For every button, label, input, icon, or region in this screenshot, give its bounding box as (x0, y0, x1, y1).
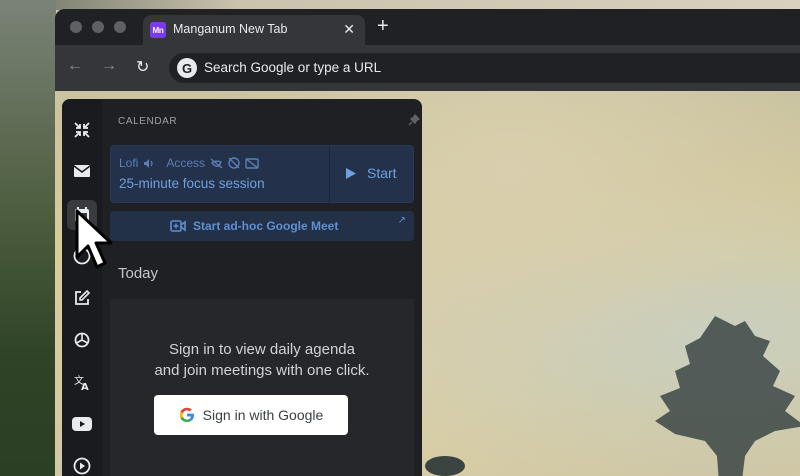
today-heading: Today (118, 265, 159, 282)
bird-off-icon[interactable] (210, 157, 223, 169)
start-label: Start (367, 165, 397, 181)
mail-icon[interactable] (71, 160, 93, 182)
google-g-icon (179, 407, 194, 422)
window-zoom-button[interactable] (114, 21, 126, 33)
translate-icon[interactable]: 文A (71, 371, 93, 393)
browser-toolbar: ← → ↻ G Search Google or type a URL (55, 45, 800, 91)
focus-divider (329, 146, 330, 204)
speaker-icon[interactable] (143, 158, 155, 169)
google-g-icon: G (177, 58, 197, 78)
video-call-icon (170, 220, 186, 232)
window-close-button[interactable] (70, 21, 82, 33)
sign-in-label: Sign in with Google (202, 407, 324, 423)
forward-arrow-icon[interactable]: → (101, 57, 117, 75)
google-meet-button[interactable]: Start ad-hoc Google Meet ↗ (110, 211, 414, 241)
meet-label-row: Start ad-hoc Google Meet (170, 219, 338, 233)
sidebar-panel: 文A CALENDAR Lofi Access 25-minute focus … (62, 99, 422, 476)
sign-in-with-google-button[interactable]: Sign in with Google (154, 395, 348, 435)
reload-icon[interactable]: ↻ (136, 57, 149, 77)
agenda-panel: Sign in to view daily agenda and join me… (110, 299, 414, 476)
address-bar[interactable]: G Search Google or type a URL (169, 53, 800, 83)
globe-off-icon[interactable] (228, 157, 240, 169)
sidebar-rail: 文A (62, 99, 102, 476)
focus-meta: Lofi Access (119, 156, 259, 170)
lofi-label: Lofi (119, 156, 139, 170)
play-circle-icon[interactable] (71, 455, 93, 476)
window-minimize-button[interactable] (92, 21, 104, 33)
agenda-line-1: Sign in to view daily agenda (169, 341, 355, 358)
tab-title: Manganum New Tab (173, 22, 288, 36)
panel-title: CALENDAR (118, 116, 178, 127)
focus-session-card[interactable]: Lofi Access 25-minute focus session Star… (110, 145, 414, 204)
manganum-favicon-icon: Mn (150, 22, 166, 38)
agenda-message: Sign in to view daily agenda and join me… (110, 339, 414, 381)
painting-tree-icon (655, 316, 800, 476)
desktop-background-left (0, 0, 56, 476)
agenda-line-2: and join meetings with one click. (154, 362, 370, 379)
tab-close-icon[interactable]: ✕ (343, 21, 355, 38)
address-bar-placeholder: Search Google or type a URL (204, 60, 382, 75)
meet-label: Start ad-hoc Google Meet (193, 219, 339, 233)
video-off-icon[interactable] (245, 157, 259, 169)
openai-icon[interactable] (71, 329, 93, 351)
youtube-icon[interactable] (71, 413, 93, 435)
focus-session-title: 25-minute focus session (119, 176, 265, 191)
new-tab-button[interactable]: + (377, 16, 389, 36)
edit-icon[interactable] (71, 287, 93, 309)
svg-text:A: A (81, 382, 89, 391)
start-focus-button[interactable]: Start (345, 165, 397, 181)
access-label: Access (166, 156, 206, 170)
tab-manganum-new-tab[interactable]: Mn Manganum New Tab ✕ (143, 15, 365, 45)
browser-window: Mn Manganum New Tab ✕ + ← → ↻ G Search G… (55, 9, 800, 476)
external-link-icon: ↗ (397, 215, 406, 226)
pin-icon[interactable] (408, 113, 421, 131)
play-icon (346, 167, 356, 179)
back-arrow-icon[interactable]: ← (67, 57, 83, 75)
shrink-arrows-icon[interactable] (71, 119, 93, 141)
painting-bush (425, 456, 465, 476)
mouse-pointer-icon (75, 209, 113, 269)
new-tab-page: 文A CALENDAR Lofi Access 25-minute focus … (55, 91, 800, 476)
tab-strip: Mn Manganum New Tab ✕ + (55, 9, 800, 45)
